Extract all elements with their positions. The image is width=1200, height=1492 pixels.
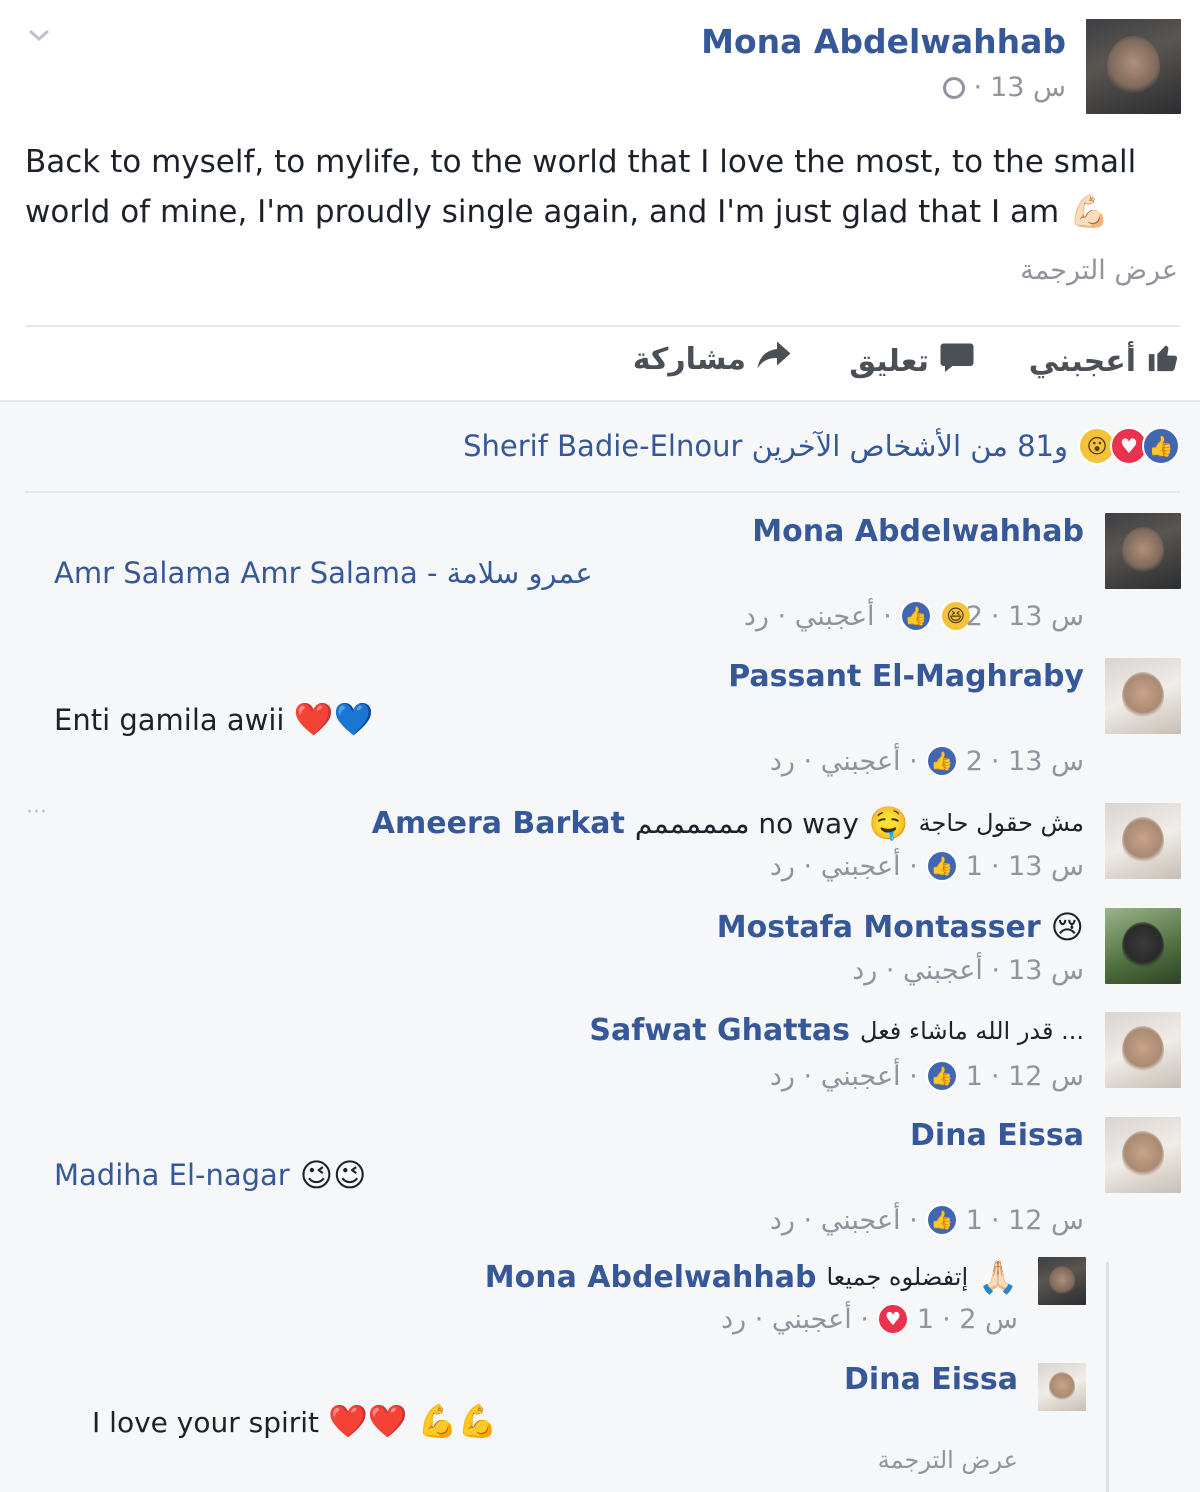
reply-like-reply-links[interactable]: أعجبني · رد · [721, 1304, 869, 1335]
comment-like-reply-links[interactable]: أعجبني · رد · [744, 601, 892, 632]
drooling-face-emoji: 🤤 [868, 804, 909, 842]
hearts-emoji: ❤️💙 [293, 700, 374, 738]
like-reaction-icon: 👍 [925, 1060, 958, 1092]
comment-time[interactable]: · 12 س [991, 1205, 1084, 1236]
post-text-line2: world of mine, I'm proudly single again,… [25, 192, 1109, 230]
comment-button[interactable]: تعليق [849, 340, 975, 382]
comment-avatar[interactable] [1105, 1117, 1181, 1193]
post-text-line1: Back to myself, to mylife, to the world … [25, 144, 1137, 180]
comment-actions: أعجبني · رد · 👍 1 · 12 س [770, 1204, 1084, 1236]
share-arrow-icon [756, 340, 792, 378]
comment-like-reply-links[interactable]: أعجبني · رد · [852, 955, 1000, 986]
reactions-summary[interactable]: Sherif Badie-Elnour و81 من الأشخاص الآخر… [463, 427, 1180, 465]
comment-bubble-icon [939, 340, 975, 382]
tagged-user-link[interactable]: Madiha El-nagar [54, 1158, 290, 1192]
summary-divider [25, 491, 1180, 493]
comment-header: Mostafa Montasser 😢 [717, 908, 1084, 946]
comment-like-reply-links[interactable]: أعجبني · رد · [770, 1061, 918, 1092]
love-reaction-icon: ♥ [876, 1303, 909, 1335]
reply-see-translation-link[interactable]: عرض الترجمة [878, 1446, 1018, 1474]
comment-like-reply-links[interactable]: أعجبني · رد · [770, 1205, 918, 1236]
reply-time[interactable]: · 2 س [942, 1304, 1018, 1335]
post-divider [25, 325, 1180, 327]
comment-time[interactable]: · 13 س [991, 601, 1084, 632]
comment-actions: أعجبني · رد · 13 س [852, 955, 1084, 986]
comment-text[interactable]: Amr Salama Amr Salama - عمرو سلامة [54, 556, 593, 590]
comment-avatar[interactable] [1105, 1012, 1181, 1088]
folded-hands-emoji: 🙏🏻 [978, 1258, 1018, 1296]
comment-text: Madiha El-nagar 😉😉 [54, 1156, 366, 1194]
comment-author[interactable]: Ameera Barkat [372, 806, 625, 841]
globe-icon [943, 76, 966, 99]
like-reaction-icon: 👍 [925, 1204, 958, 1236]
comment-time[interactable]: · 12 س [991, 1061, 1084, 1092]
action-bar-divider [0, 400, 1200, 402]
like-reaction-icon: 👍 [899, 600, 932, 632]
hearts-and-biceps-emoji: ❤️❤️ 💪💪 [327, 1402, 498, 1440]
comment-text-a: ممممممم no way [634, 806, 859, 840]
comment-author[interactable]: Dina Eissa [910, 1118, 1084, 1153]
like-reaction-icon: 👍 [925, 745, 958, 777]
post-options-chevron-icon[interactable] [26, 22, 52, 48]
comment-time[interactable]: · 13 س [991, 851, 1084, 882]
comment-actions: أعجبني · رد · 👍 1 · 13 س [770, 850, 1084, 882]
reply-author[interactable]: Dina Eissa [844, 1362, 1018, 1397]
thumbs-up-icon [1146, 340, 1180, 382]
like-reaction-icon: 👍 [925, 850, 958, 882]
reply-text: I love your spirit ❤️❤️ 💪💪 [92, 1402, 498, 1440]
comment-actions: أعجبني · رد · 👍 😆 2 · 13 س [744, 600, 1084, 632]
see-translation-link[interactable]: عرض الترجمة [1020, 255, 1178, 286]
reaction-count[interactable]: 2 [966, 601, 983, 632]
comment-avatar[interactable] [1105, 513, 1181, 589]
comment-like-reply-links[interactable]: أعجبني · رد · [770, 851, 918, 882]
comment-more-icon[interactable]: ··· [26, 800, 47, 825]
comment-time[interactable]: · 13 س [991, 746, 1084, 777]
like-button[interactable]: أعجبني [1029, 340, 1180, 382]
comment-avatar[interactable] [1105, 908, 1181, 984]
comment-author[interactable]: Safwat Ghattas [589, 1013, 850, 1048]
reply-avatar[interactable] [1038, 1257, 1086, 1305]
comment-author[interactable]: Mostafa Montasser [717, 910, 1041, 945]
comment-actions: أعجبني · رد · 👍 1 · 12 س [770, 1060, 1084, 1092]
reaction-count[interactable]: 1 [966, 851, 983, 882]
like-reaction-icon: 👍 [1142, 427, 1180, 465]
comment-author[interactable]: Passant El-Maghraby [728, 659, 1084, 694]
reaction-count[interactable]: 2 [966, 746, 983, 777]
reactions-summary-text: Sherif Badie-Elnour و81 من الأشخاص الآخر… [463, 429, 1068, 463]
comment-header: Safwat Ghattas قدر الله ماشاء فعل ... [589, 1013, 1084, 1048]
comment-text-b: مش حقول حاجة [918, 809, 1084, 837]
comment-actions: أعجبني · رد · 👍 2 · 13 س [770, 745, 1084, 777]
reaction-count[interactable]: 1 [966, 1205, 983, 1236]
comment-header: Ameera Barkat ممممممم no way 🤤 مش حقول ح… [372, 804, 1084, 842]
reaction-count[interactable]: 1 [917, 1304, 934, 1335]
reply-text: إتفضلوه جميعا [826, 1263, 969, 1291]
post-meta: · 13 س [943, 72, 1066, 103]
comment-text: Enti gamila awii ❤️💙 [54, 700, 374, 738]
comment-time[interactable]: 13 س [1008, 955, 1084, 986]
comment-author[interactable]: Mona Abdelwahhab [752, 514, 1084, 549]
crying-face-emoji: 😢 [1050, 908, 1084, 946]
comment-like-reply-links[interactable]: أعجبني · رد · [770, 746, 918, 777]
reply-actions: أعجبني · رد · ♥ 1 · 2 س [721, 1303, 1018, 1335]
post-time[interactable]: 13 س [990, 72, 1066, 103]
reply-header: Mona Abdelwahhab إتفضلوه جميعا 🙏🏻 [485, 1258, 1018, 1296]
post-author-name[interactable]: Mona Abdelwahhab [701, 22, 1066, 61]
comment-avatar[interactable] [1105, 658, 1181, 734]
reply-avatar[interactable] [1038, 1363, 1086, 1411]
reply-author[interactable]: Mona Abdelwahhab [485, 1260, 817, 1295]
reply-thread-line [1106, 1262, 1109, 1492]
reaction-count[interactable]: 1 [966, 1061, 983, 1092]
flexed-biceps-emoji: 💪🏻 [1069, 192, 1109, 230]
winking-face-emoji: 😉😉 [299, 1156, 367, 1194]
comment-text: قدر الله ماشاء فعل ... [860, 1016, 1084, 1045]
comment-avatar[interactable] [1105, 803, 1181, 879]
post-author-avatar[interactable] [1086, 19, 1181, 114]
share-button[interactable]: مشاركة [633, 340, 792, 378]
